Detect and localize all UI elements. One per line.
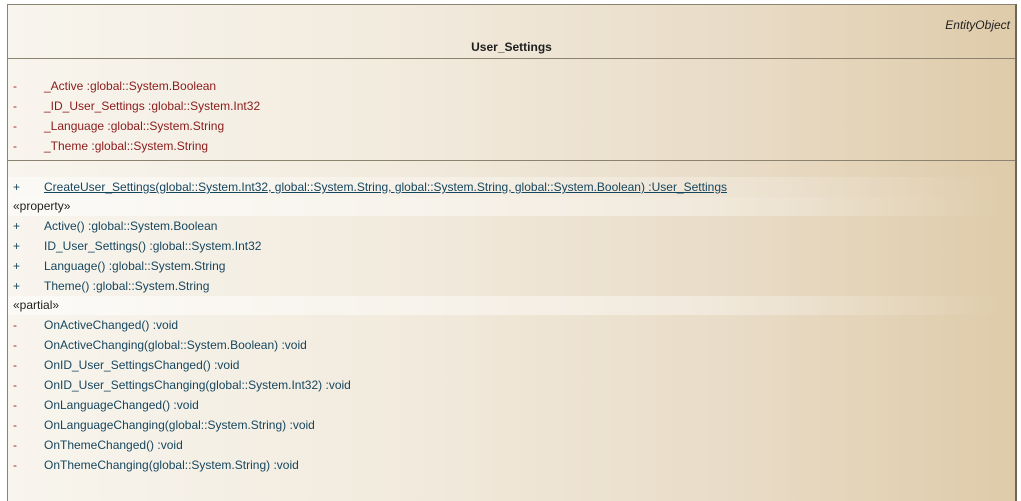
class-stereotype: EntityObject xyxy=(945,18,1010,32)
attribute-row[interactable]: - _ID_User_Settings :global::System.Int3… xyxy=(8,96,1015,116)
operation-text: CreateUser_Settings(global::System.Int32… xyxy=(44,180,727,194)
group-label: «partial» xyxy=(13,298,60,312)
operation-text: OnThemeChanging(global::System.String) :… xyxy=(44,458,299,472)
operation-text: OnLanguageChanging(global::System.String… xyxy=(44,418,315,432)
operation-row-partial[interactable]: - OnID_User_SettingsChanging(global::Sys… xyxy=(8,375,1015,395)
attribute-row[interactable]: - _Active :global::System.Boolean xyxy=(8,76,1015,96)
attributes-compartment: - _Active :global::System.Boolean - _ID_… xyxy=(8,59,1015,160)
visibility-marker: - xyxy=(13,79,17,93)
operation-row-partial[interactable]: - OnLanguageChanging(global::System.Stri… xyxy=(8,415,1015,435)
visibility-marker: - xyxy=(13,338,17,352)
operation-row-property[interactable]: + Language() :global::System.String xyxy=(8,256,1015,276)
operation-row-create[interactable]: + CreateUser_Settings(global::System.Int… xyxy=(8,177,1015,197)
visibility-marker: - xyxy=(13,418,17,432)
visibility-marker: - xyxy=(13,458,17,472)
uml-class-box[interactable]: EntityObject User_Settings - _Active :gl… xyxy=(7,4,1017,501)
operation-text: OnActiveChanged() :void xyxy=(44,318,179,332)
class-header: EntityObject User_Settings xyxy=(8,5,1015,58)
visibility-marker: + xyxy=(13,239,21,253)
visibility-marker: - xyxy=(13,358,17,372)
visibility-marker: + xyxy=(13,219,21,233)
visibility-marker: + xyxy=(13,180,21,194)
attribute-text: _Theme :global::System.String xyxy=(44,139,209,153)
operation-row-property[interactable]: + ID_User_Settings() :global::System.Int… xyxy=(8,236,1015,256)
partial-group-header: «partial» xyxy=(8,296,1007,315)
operation-row-partial[interactable]: - OnID_User_SettingsChanged() :void xyxy=(8,355,1015,375)
property-group-header: «property» xyxy=(8,197,1007,216)
attribute-row[interactable]: - _Language :global::System.String xyxy=(8,116,1015,136)
class-name: User_Settings xyxy=(471,40,552,54)
visibility-marker: + xyxy=(13,259,21,273)
operation-row-partial[interactable]: - OnThemeChanged() :void xyxy=(8,435,1015,455)
attribute-row[interactable]: - _Theme :global::System.String xyxy=(8,136,1015,156)
operation-text: Theme() :global::System.String xyxy=(44,279,210,293)
operation-row-property[interactable]: + Theme() :global::System.String xyxy=(8,276,1015,296)
operation-text: Active() :global::System.Boolean xyxy=(44,219,218,233)
visibility-marker: - xyxy=(13,378,17,392)
attribute-text: _Active :global::System.Boolean xyxy=(44,79,217,93)
visibility-marker: - xyxy=(13,99,17,113)
visibility-marker: - xyxy=(13,139,17,153)
visibility-marker: - xyxy=(13,318,17,332)
operation-row-partial[interactable]: - OnActiveChanging(global::System.Boolea… xyxy=(8,335,1015,355)
operation-text: OnThemeChanged() :void xyxy=(44,438,183,452)
operation-text: OnID_User_SettingsChanged() :void xyxy=(44,358,240,372)
operation-text: Language() :global::System.String xyxy=(44,259,226,273)
visibility-marker: - xyxy=(13,398,17,412)
attribute-text: _Language :global::System.String xyxy=(44,119,225,133)
visibility-marker: - xyxy=(13,438,17,452)
group-label: «property» xyxy=(13,199,71,213)
operation-text: OnID_User_SettingsChanging(global::Syste… xyxy=(44,378,351,392)
operation-text: OnLanguageChanged() :void xyxy=(44,398,199,412)
operations-compartment: + CreateUser_Settings(global::System.Int… xyxy=(8,161,1015,475)
operation-text: OnActiveChanging(global::System.Boolean)… xyxy=(44,338,307,352)
operation-text: ID_User_Settings() :global::System.Int32 xyxy=(44,239,262,253)
attribute-text: _ID_User_Settings :global::System.Int32 xyxy=(44,99,261,113)
operation-row-property[interactable]: + Active() :global::System.Boolean xyxy=(8,216,1015,236)
visibility-marker: - xyxy=(13,119,17,133)
operation-row-partial[interactable]: - OnThemeChanging(global::System.String)… xyxy=(8,455,1015,475)
operation-row-partial[interactable]: - OnLanguageChanged() :void xyxy=(8,395,1015,415)
operation-row-partial[interactable]: - OnActiveChanged() :void xyxy=(8,315,1015,335)
visibility-marker: + xyxy=(13,279,21,293)
